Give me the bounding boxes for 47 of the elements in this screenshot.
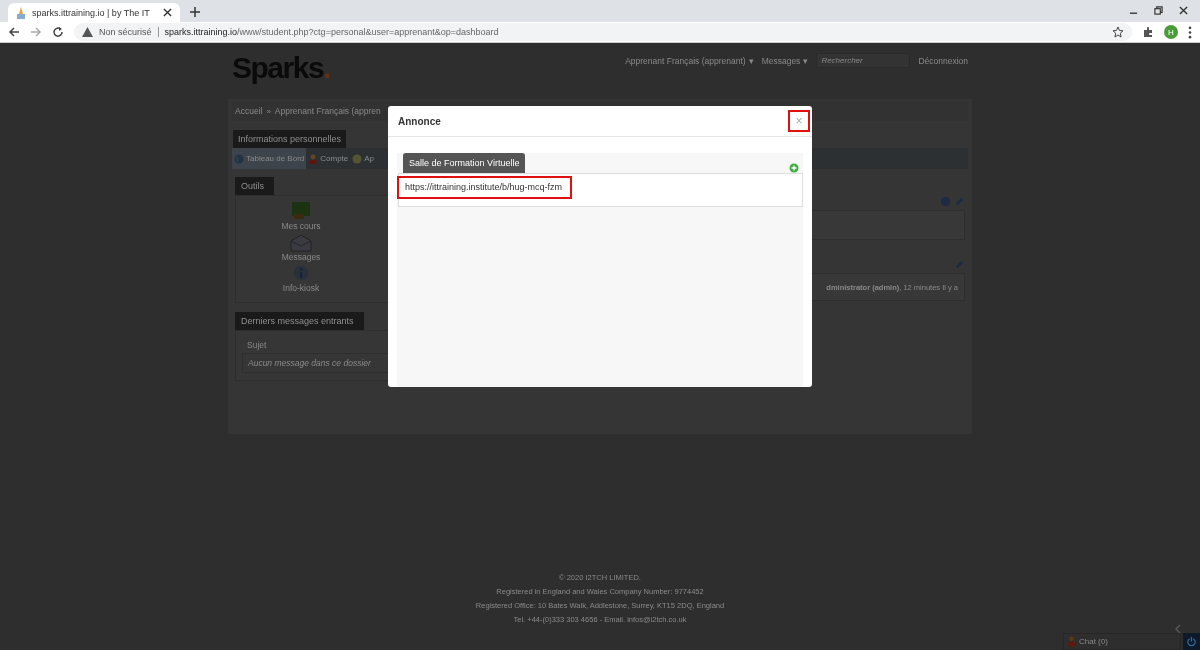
menu-icon[interactable]: [1188, 25, 1192, 39]
dialog-title: Annonce: [398, 115, 441, 127]
tool-link[interactable]: Messages: [281, 252, 321, 262]
logout-link[interactable]: Déconnexion: [918, 55, 968, 66]
breadcrumb-separator: »: [266, 106, 271, 116]
close-icon[interactable]: [163, 8, 172, 17]
chat-label: Chat (0): [1079, 637, 1108, 646]
section-tab[interactable]: Informations personnelles: [233, 130, 347, 148]
profile-avatar[interactable]: H: [1164, 25, 1178, 39]
close-button[interactable]: ×: [788, 110, 810, 132]
new-tab-icon[interactable]: [190, 7, 200, 17]
search-field[interactable]: Rechercher: [816, 53, 911, 68]
chalkboard-icon: [291, 201, 311, 221]
column-header: Sujet: [247, 340, 267, 350]
chat-bar[interactable]: Chat (0): [1063, 633, 1181, 650]
nav-menu[interactable]: Messages ▾: [761, 55, 809, 66]
breadcrumb-link[interactable]: Apprenant Français (appren: [274, 106, 381, 116]
classroom-link[interactable]: https://ittraining.institute/b/hug-mcq-fzm: [397, 176, 573, 199]
panel-title: Outils: [235, 177, 274, 195]
url-text: sparks.ittraining.io/www/student.php?ctg=personal&user=apprenant&op=dashboard: [164, 27, 499, 37]
globe-icon: [234, 153, 244, 164]
tool-link[interactable]: Info-kiosk: [282, 283, 320, 293]
user-icon: [308, 153, 319, 164]
envelope-icon: [290, 234, 312, 252]
nav-menu[interactable]: Apprenant Français (apprenant) ▾: [625, 55, 754, 66]
address-bar[interactable]: Non sécurisé sparks.ittraining.io/www/student.php?ctg=personal&user=apprenant&op=dashboard: [74, 23, 1132, 41]
power-icon: [1186, 636, 1197, 647]
back-icon[interactable]: [8, 26, 20, 38]
power-button[interactable]: [1183, 633, 1200, 650]
star-icon[interactable]: [1112, 26, 1124, 38]
tab[interactable]: Tableau de Bord: [232, 148, 307, 169]
tab[interactable]: Compte: [306, 148, 351, 169]
tab[interactable]: Ap: [350, 148, 377, 169]
tool-link[interactable]: Mes cours: [281, 221, 321, 231]
tab-title: sparks.ittraining.io | by The IT: [32, 7, 151, 18]
security-label: Non sécurisé: [99, 27, 159, 37]
info-icon: [292, 265, 310, 283]
breadcrumb-link[interactable]: Accueil: [235, 106, 263, 116]
close-icon[interactable]: [1179, 6, 1188, 15]
add-icon[interactable]: [789, 163, 799, 173]
panel-title: Derniers messages entrants: [235, 312, 364, 330]
warning-icon: [82, 27, 93, 37]
browser-tab[interactable]: sparks.ittraining.io | by The IT: [8, 3, 180, 22]
user-icon: [1067, 636, 1076, 647]
puzzle-icon[interactable]: [1142, 26, 1154, 38]
reload-icon[interactable]: [52, 26, 64, 38]
restore-icon[interactable]: [1154, 6, 1163, 15]
